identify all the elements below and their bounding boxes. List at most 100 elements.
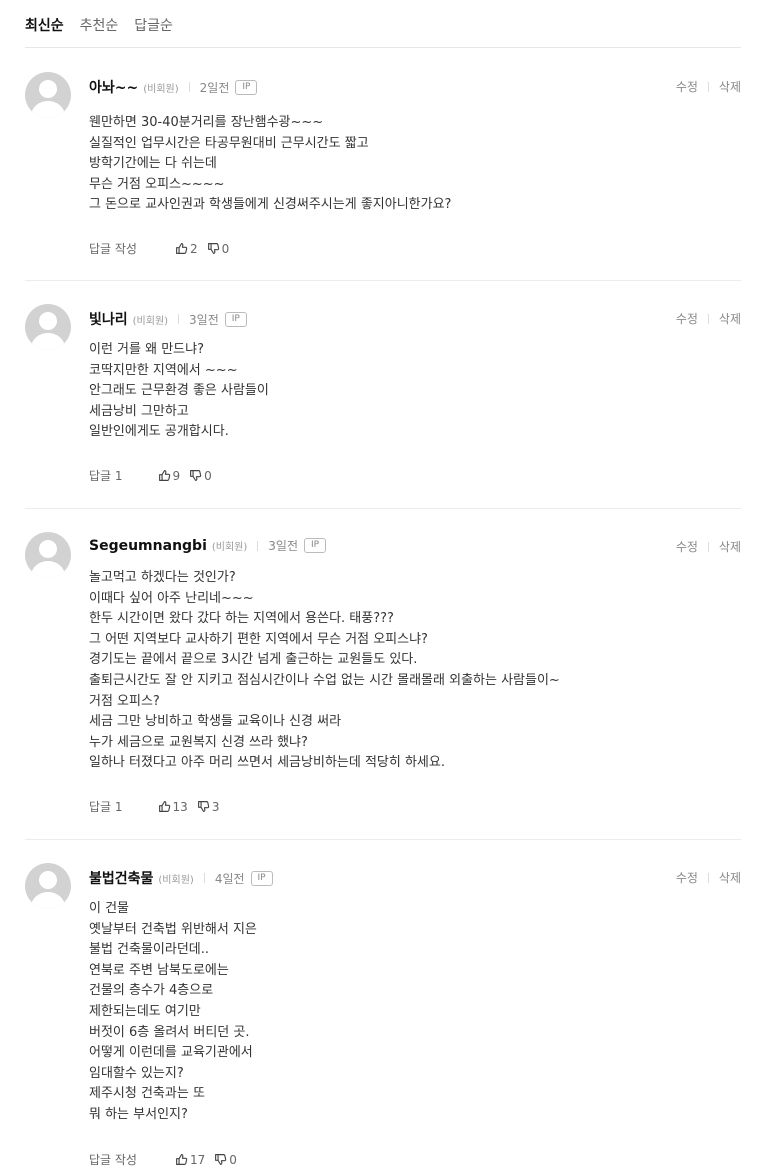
author-role: (비회원) xyxy=(211,542,248,553)
comment-line: 안그래도 근무환경 좋은 사람들이 xyxy=(89,383,269,399)
avatar-body-shape xyxy=(31,101,65,118)
comment-line: 일하나 터졌다고 아주 머리 쓰면서 세금낭비하는데 적당히 하세요. xyxy=(89,755,445,771)
comment-date: 3일전 xyxy=(189,312,219,327)
comment-line: 제주시청 건축과는 또 xyxy=(89,1086,205,1102)
dislike-count: 0 xyxy=(204,468,212,483)
comment-line: 뭐 하는 부서인지? xyxy=(89,1106,188,1122)
comment-divider xyxy=(25,508,741,509)
comment-line: 옛날부터 건축법 위반해서 지은 xyxy=(89,921,257,937)
avatar-head-shape xyxy=(39,871,57,889)
comment-line: 실질적인 업무시간은 타공무원대비 근무시간도 짧고 xyxy=(89,135,369,151)
dislike-button[interactable]: 0 xyxy=(189,469,212,483)
comment-line: 거점 오피스? xyxy=(89,693,160,709)
reply-button[interactable]: 답글 1 xyxy=(89,798,123,815)
edit-button[interactable]: 수정 xyxy=(676,869,698,886)
thumbs-down-icon xyxy=(190,470,202,481)
author-name[interactable]: 불법건축물 xyxy=(89,868,153,888)
comment-footer: 답글 작성 17 0 xyxy=(89,1151,237,1168)
comment-line: 이런 거를 왜 만드냐? xyxy=(89,342,204,357)
meta-divider xyxy=(178,314,180,324)
comment-line: 연북로 주변 남북도로에는 xyxy=(89,962,229,978)
comment-line: 코딱지만한 지역에서 ~~~ xyxy=(89,362,238,378)
comment-line: 웬만하면 30-40분거리를 장난햄수광~~~ xyxy=(89,115,324,130)
comment-meta: Segeumnangbi (비회원) 3일전 IP xyxy=(89,537,327,554)
comment-actions: 수정 삭제 xyxy=(676,78,741,95)
author-name[interactable]: 빛나리 xyxy=(89,309,128,329)
comment-text: 이런 거를 왜 만드냐? 코딱지만한 지역에서 ~~~ 안그래도 근무환경 좋은 사… xyxy=(89,340,269,443)
comment-footer: 답글 1 13 3 xyxy=(89,798,219,815)
comment-line: 누가 세금으로 교원복지 신경 쓰라 했냐? xyxy=(89,734,308,750)
delete-button[interactable]: 삭제 xyxy=(719,78,741,95)
like-button[interactable]: 13 xyxy=(158,800,188,814)
action-divider xyxy=(707,313,709,324)
comment-meta: 불법건축물 (비회원) 4일전 IP xyxy=(89,868,273,888)
delete-button[interactable]: 삭제 xyxy=(719,538,741,555)
comment-text: 웬만하면 30-40분거리를 장난햄수광~~~ 실질적인 업무시간은 타공무원대비… xyxy=(89,113,451,216)
like-count: 17 xyxy=(189,1152,206,1167)
tab-latest[interactable]: 최신순 xyxy=(25,15,64,35)
delete-button[interactable]: 삭제 xyxy=(719,310,741,327)
avatar xyxy=(25,863,71,909)
edit-button[interactable]: 수정 xyxy=(676,538,698,555)
action-divider xyxy=(707,81,709,92)
comment-line: 버젓이 6층 올려서 버티던 곳. xyxy=(89,1024,250,1040)
avatar xyxy=(25,72,71,118)
comment-line: 놀고먹고 하겠다는 것인가? xyxy=(89,570,236,585)
author-name[interactable]: 아놔~~ xyxy=(89,77,138,97)
avatar-body-shape xyxy=(31,333,65,350)
comment-date: 4일전 xyxy=(214,871,245,886)
tab-recommended[interactable]: 추천순 xyxy=(80,15,119,35)
tab-replies[interactable]: 답글순 xyxy=(134,15,173,35)
avatar-head-shape xyxy=(39,540,57,558)
comment-footer: 답글 1 9 0 xyxy=(89,467,212,484)
author-name[interactable]: Segeumnangbi xyxy=(89,538,207,554)
like-button[interactable]: 17 xyxy=(175,1153,205,1167)
avatar xyxy=(25,532,71,578)
comment-line: 방학기간에는 다 쉬는데 xyxy=(89,156,217,172)
edit-button[interactable]: 수정 xyxy=(676,310,698,327)
meta-divider xyxy=(257,540,259,551)
reply-button[interactable]: 답글 작성 xyxy=(89,1151,137,1168)
author-role: (비회원) xyxy=(158,874,194,886)
comment-text: 이 건물옛날부터 건축법 위반해서 지은불법 건축물이라던데.. 연북로 주변 남… xyxy=(89,899,257,1126)
thumbs-up-icon xyxy=(176,243,188,254)
comment-date: 3일전 xyxy=(268,539,298,553)
comment-date: 2일전 xyxy=(199,80,230,95)
dislike-button[interactable]: 0 xyxy=(214,1153,237,1167)
meta-divider xyxy=(188,82,190,92)
avatar-head-shape xyxy=(39,80,57,98)
thumbs-up-icon xyxy=(158,801,170,812)
action-divider xyxy=(707,541,709,552)
avatar-body-shape xyxy=(31,561,65,578)
comment-line: 세금 그만 낭비하고 학생들 교육이나 신경 써라 xyxy=(89,714,342,730)
delete-button[interactable]: 삭제 xyxy=(719,869,741,886)
comment-line: 임대할수 있는지? xyxy=(89,1065,184,1081)
like-button[interactable]: 2 xyxy=(175,242,198,256)
dislike-button[interactable]: 0 xyxy=(207,242,229,256)
ip-badge: IP xyxy=(304,538,327,553)
avatar-head-shape xyxy=(39,312,57,330)
edit-button[interactable]: 수정 xyxy=(676,78,698,95)
like-count: 9 xyxy=(172,468,181,483)
thumbs-up-icon xyxy=(176,1154,188,1165)
dislike-button[interactable]: 3 xyxy=(197,799,220,814)
reply-button[interactable]: 답글 1 xyxy=(89,467,123,484)
action-divider xyxy=(707,872,709,883)
comment-actions: 수정 삭제 xyxy=(676,869,741,886)
comment-line: 이 건물 xyxy=(89,901,130,916)
sort-tabs: 최신순 추천순 답글순 xyxy=(25,0,741,48)
comment-actions: 수정 삭제 xyxy=(676,538,741,555)
comment-line: 그 어떤 지역보다 교사하기 편한 지역에서 무슨 거점 오피스냐? xyxy=(89,631,428,647)
comment-line: 경기도는 끝에서 끝으로 3시간 넘게 출근하는 교원들도 있다. xyxy=(89,652,418,668)
dislike-count: 3 xyxy=(211,799,220,814)
thumbs-down-icon xyxy=(215,1154,227,1165)
comment-line: 불법 건축물이라던데.. xyxy=(89,942,210,958)
reply-button[interactable]: 답글 작성 xyxy=(89,240,137,257)
comment-line: 어떻게 이런데를 교육기관에서 xyxy=(89,1045,253,1061)
dislike-count: 0 xyxy=(229,1152,237,1167)
comment-actions: 수정 삭제 xyxy=(676,310,741,327)
thumbs-up-icon xyxy=(158,470,170,481)
like-count: 2 xyxy=(189,241,198,256)
like-button[interactable]: 9 xyxy=(158,468,181,483)
author-role: (비회원) xyxy=(143,83,179,95)
